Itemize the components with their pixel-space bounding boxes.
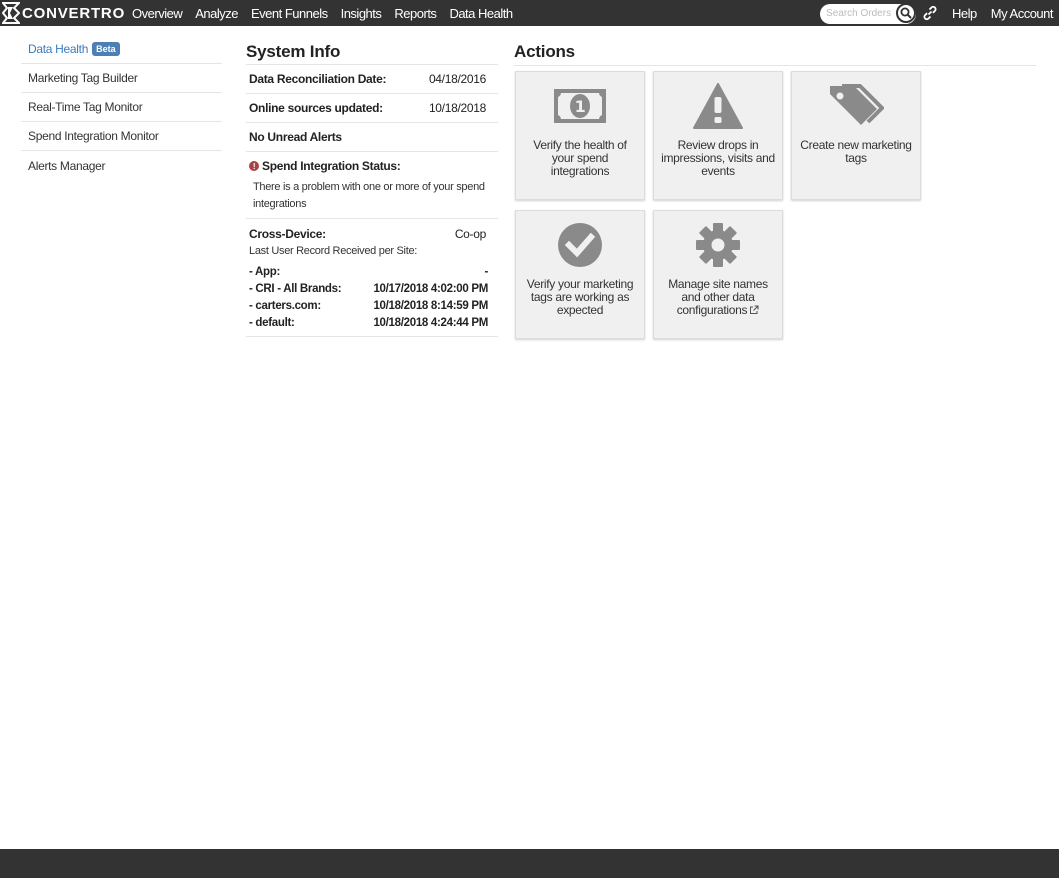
- money-icon: 1: [554, 89, 606, 123]
- gear-icon: [696, 223, 740, 267]
- cross-device-value: Co-op: [454, 227, 486, 241]
- actions-panel: Actions 1 Verify the health of your spen…: [514, 42, 1036, 339]
- alerts-row: No Unread Alerts: [246, 122, 498, 151]
- online-sources-value: 10/18/2018: [428, 101, 486, 115]
- last-record-label: Last User Record Received per Site:: [249, 245, 418, 257]
- external-link-icon: [750, 305, 759, 314]
- action-card-text: Create new marketing tags: [800, 138, 912, 165]
- sidebar-item-marketing-tag-builder[interactable]: Marketing Tag Builder: [21, 64, 222, 93]
- site-label: - default:: [249, 316, 295, 329]
- spend-status-label: Spend Integration Status:: [262, 159, 401, 173]
- footer-bar: [0, 849, 1059, 878]
- link-icon[interactable]: [922, 5, 938, 21]
- nav-event-funnels[interactable]: Event Funnels: [251, 6, 328, 21]
- reconciliation-value: 04/18/2016: [428, 72, 486, 86]
- sidebar-item-label: Spend Integration Monitor: [28, 129, 159, 143]
- sidebar-item-data-health[interactable]: Data Health Beta: [21, 34, 222, 64]
- site-value: -: [484, 265, 488, 278]
- site-value: 10/18/2018 4:24:44 PM: [373, 316, 488, 329]
- table-row: - CRI - All Brands: 10/17/2018 4:02:00 P…: [249, 280, 495, 297]
- sidebar-item-alerts-manager[interactable]: Alerts Manager: [21, 151, 222, 180]
- beta-badge: Beta: [92, 41, 120, 56]
- nav-data-health[interactable]: Data Health: [449, 6, 513, 21]
- spend-status-message: There is a problem with one or more of y…: [253, 181, 485, 210]
- convertro-logo-icon: [2, 2, 20, 24]
- unread-alerts-label: No Unread Alerts: [249, 130, 342, 144]
- site-label: - carters.com:: [249, 299, 321, 312]
- my-account-link[interactable]: My Account: [991, 6, 1054, 21]
- search-box: [820, 3, 917, 24]
- reconciliation-row: Data Reconciliation Date: 04/18/2016: [246, 64, 498, 93]
- sidebar-item-label: Marketing Tag Builder: [28, 71, 138, 85]
- brand-logo[interactable]: CONVERTRO: [2, 0, 125, 26]
- reconciliation-label: Data Reconciliation Date:: [249, 72, 387, 86]
- action-card-text: Manage site names and other data configu…: [660, 278, 776, 317]
- site-label: - App:: [249, 265, 280, 278]
- site-records-table: - App: - - CRI - All Brands: 10/17/2018 …: [249, 263, 495, 331]
- action-card-text: Review drops in impressions, visits and …: [661, 138, 775, 178]
- system-info-panel: System Info Data Reconciliation Date: 04…: [246, 42, 498, 337]
- action-card-manage-configurations[interactable]: Manage site names and other data configu…: [653, 210, 783, 339]
- warning-icon: [693, 83, 743, 129]
- cross-device-block: Cross-Device: Co-op Last User Record Rec…: [246, 218, 498, 337]
- top-nav: CONVERTRO Overview Analyze Event Funnels…: [0, 0, 1059, 26]
- sidebar: Data Health Beta Marketing Tag Builder R…: [21, 34, 222, 180]
- sidebar-item-label: Alerts Manager: [28, 158, 106, 173]
- tags-icon: [830, 84, 884, 125]
- nav-insights[interactable]: Insights: [341, 6, 382, 21]
- brand-name: CONVERTRO: [22, 4, 126, 22]
- cross-device-label: Cross-Device:: [249, 227, 326, 241]
- actions-title: Actions: [514, 42, 1036, 66]
- alert-icon: !: [249, 161, 259, 171]
- online-sources-label: Online sources updated:: [249, 101, 383, 115]
- spend-status-block: ! Spend Integration Status: There is a p…: [246, 151, 498, 218]
- site-label: - CRI - All Brands:: [249, 282, 342, 295]
- sidebar-item-label: Data Health: [28, 41, 89, 56]
- site-value: 10/17/2018 4:02:00 PM: [373, 282, 488, 295]
- action-card-text: Verify your marketing tags are working a…: [526, 277, 634, 317]
- sidebar-item-real-time-tag-monitor[interactable]: Real-Time Tag Monitor: [21, 93, 222, 122]
- action-card-spend-health[interactable]: 1 Verify the health of your spend integr…: [515, 71, 645, 200]
- action-card-text: Verify the health of your spend integrat…: [533, 138, 627, 178]
- table-row: - App: -: [249, 263, 495, 280]
- table-row: - carters.com: 10/18/2018 8:14:59 PM: [249, 297, 495, 314]
- system-info-title: System Info: [246, 42, 341, 61]
- help-link[interactable]: Help: [952, 6, 977, 21]
- search-button[interactable]: [896, 3, 917, 23]
- check-circle-icon: [558, 223, 602, 267]
- action-card-create-tags[interactable]: Create new marketing tags: [791, 71, 921, 200]
- table-row: - default: 10/18/2018 4:24:44 PM: [249, 314, 495, 331]
- search-icon: [900, 7, 912, 19]
- action-card-verify-tags[interactable]: Verify your marketing tags are working a…: [515, 210, 645, 339]
- svg-text:1: 1: [575, 97, 586, 116]
- sidebar-item-label: Real-Time Tag Monitor: [28, 100, 143, 114]
- sidebar-item-spend-integration-monitor[interactable]: Spend Integration Monitor: [21, 122, 222, 151]
- nav-analyze[interactable]: Analyze: [195, 6, 238, 21]
- online-sources-row: Online sources updated: 10/18/2018: [246, 93, 498, 122]
- nav-overview[interactable]: Overview: [132, 6, 183, 21]
- action-card-review-drops[interactable]: Review drops in impressions, visits and …: [653, 71, 783, 200]
- site-value: 10/18/2018 8:14:59 PM: [373, 299, 488, 312]
- nav-reports[interactable]: Reports: [394, 6, 437, 21]
